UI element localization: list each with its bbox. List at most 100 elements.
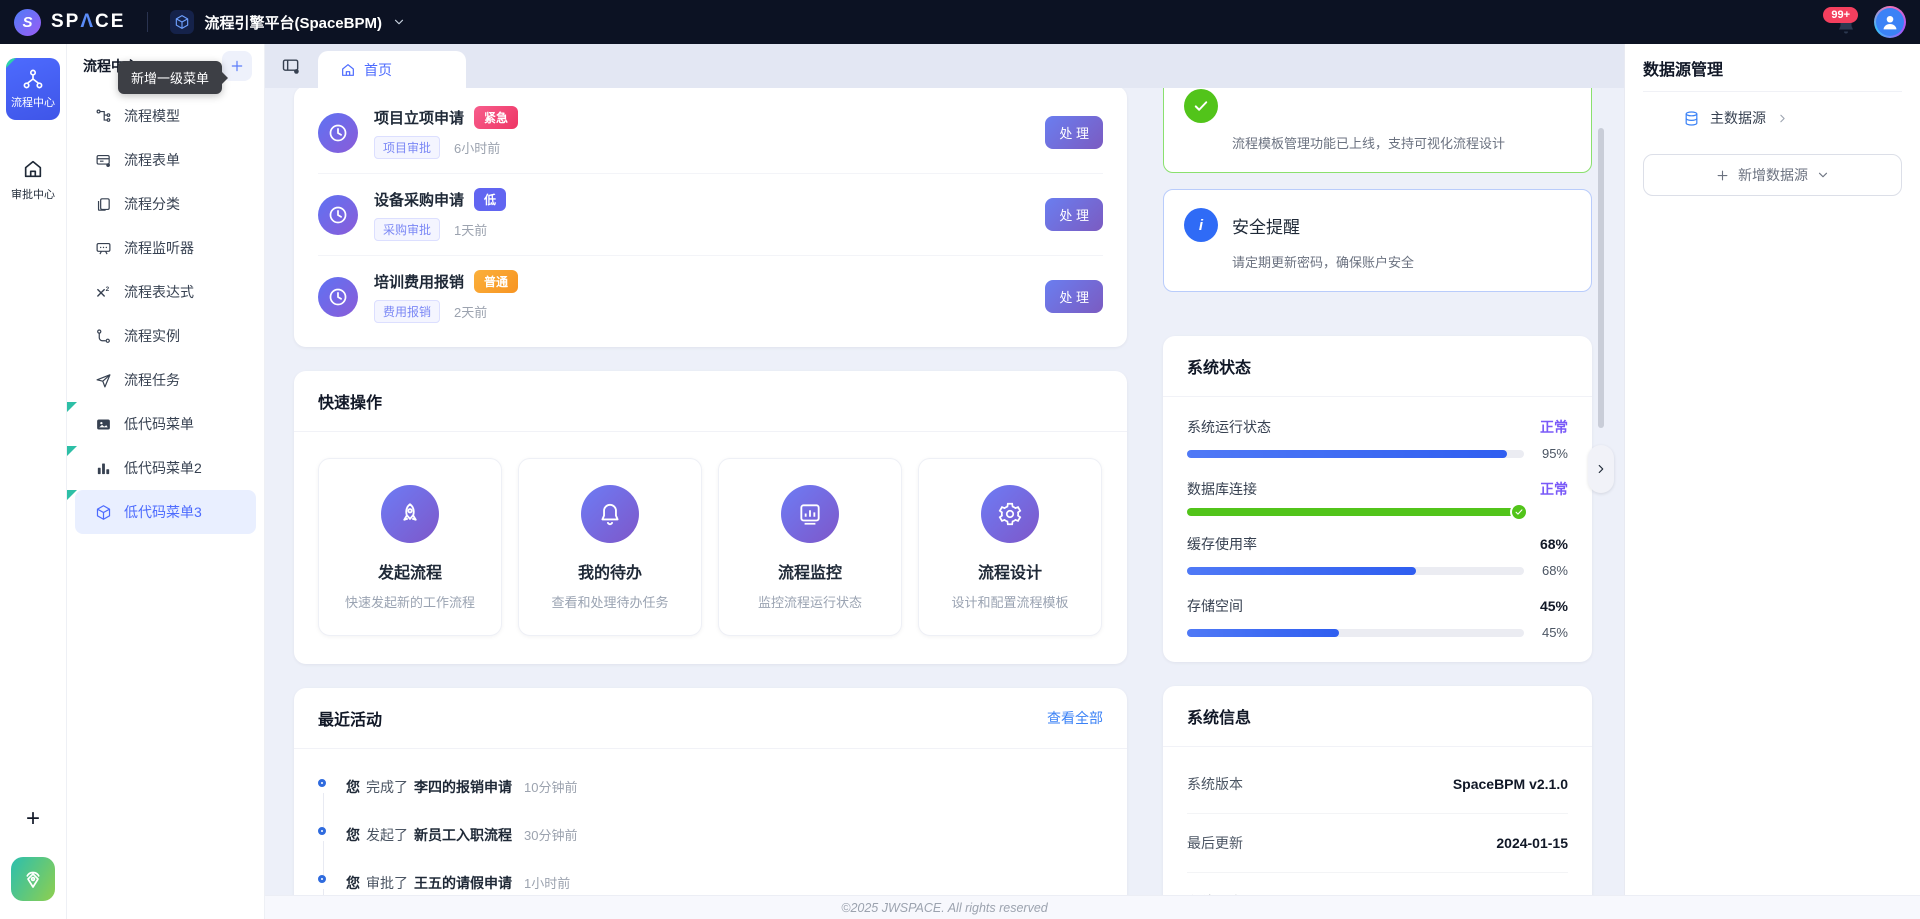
sidebar-item-lowcode-menu3[interactable]: 低代码菜单3 bbox=[75, 490, 256, 534]
security-notice-card: i 安全提醒 请定期更新密码，确保账户安全 bbox=[1163, 189, 1592, 292]
panel-title: 数据源管理 bbox=[1643, 44, 1902, 92]
check-circle-icon bbox=[1510, 503, 1528, 521]
notification-badge: 99+ bbox=[1823, 7, 1858, 23]
plus-icon bbox=[229, 58, 245, 74]
primary-rail: 流程中心 审批中心 + bbox=[0, 44, 67, 919]
paper-plane-icon bbox=[95, 372, 112, 389]
sidebar-item-lowcode-menu[interactable]: 低代码菜单 bbox=[75, 402, 256, 446]
clock-icon bbox=[318, 277, 358, 317]
todo-tag: 费用报销 bbox=[374, 300, 440, 323]
logo-mark-icon: S bbox=[14, 9, 41, 36]
status-value: 正常 bbox=[1540, 479, 1568, 499]
avatar[interactable] bbox=[1874, 6, 1906, 38]
sidebar-item-lowcode-menu2[interactable]: 低代码菜单2 bbox=[75, 446, 256, 490]
corner-marker bbox=[67, 490, 77, 500]
handle-button[interactable]: 处 理 bbox=[1045, 198, 1103, 231]
listener-icon bbox=[95, 240, 112, 257]
user-icon bbox=[1879, 11, 1901, 33]
app-title: 流程引擎平台(SpaceBPM) bbox=[204, 12, 382, 33]
tab-home[interactable]: 首页 bbox=[318, 51, 466, 88]
todo-tag: 项目审批 bbox=[374, 136, 440, 159]
category-icon bbox=[95, 196, 112, 213]
priority-badge: 紧急 bbox=[474, 106, 518, 129]
todo-card: 项目立项申请 紧急 项目审批 6小时前 处 理 设备采购申请 bbox=[294, 88, 1127, 347]
rail-item-process-center[interactable]: 流程中心 bbox=[6, 58, 60, 120]
panel-collapse-handle[interactable] bbox=[1588, 445, 1614, 493]
todo-time: 2天前 bbox=[454, 302, 487, 321]
app-selector-dropdown[interactable]: 流程引擎平台(SpaceBPM) bbox=[170, 10, 406, 34]
progress-bar bbox=[1187, 567, 1524, 575]
add-datasource-button[interactable]: 新增数据源 bbox=[1643, 154, 1902, 196]
org-chart-icon bbox=[22, 68, 44, 90]
sidebar-item-process-expression[interactable]: 流程表达式 bbox=[75, 270, 256, 314]
panel-settings-icon[interactable] bbox=[281, 56, 301, 76]
info-icon: i bbox=[1184, 208, 1218, 242]
corner-marker bbox=[6, 58, 16, 68]
corner-marker bbox=[67, 446, 77, 456]
expression-icon bbox=[95, 284, 112, 301]
plus-icon bbox=[1715, 168, 1730, 183]
todo-title: 培训费用报销 bbox=[374, 271, 464, 292]
quick-action-my-todo[interactable]: 我的待办 查看和处理待办任务 bbox=[518, 458, 702, 636]
sidebar-item-process-form[interactable]: 流程表单 bbox=[75, 138, 256, 182]
home-icon bbox=[22, 158, 44, 180]
timeline-dot bbox=[318, 779, 326, 787]
activity-item: 您 发起了 新员工入职流程 30分钟前 bbox=[318, 811, 1103, 859]
database-icon bbox=[1683, 110, 1700, 127]
sidebar-item-process-model[interactable]: 流程模型 bbox=[75, 94, 256, 138]
system-status-card: 系统状态 系统运行状态 正常 95% 数据库 bbox=[1163, 336, 1592, 662]
todo-tag: 采购审批 bbox=[374, 218, 440, 241]
bell-icon bbox=[581, 485, 639, 543]
primary-datasource-item[interactable]: 主数据源 bbox=[1643, 92, 1902, 144]
status-row: 存储空间 45% 45% bbox=[1187, 596, 1568, 640]
chevron-down-icon bbox=[1816, 168, 1830, 182]
todo-item: 项目立项申请 紧急 项目审批 6小时前 处 理 bbox=[318, 92, 1103, 174]
status-row: 缓存使用率 68% 68% bbox=[1187, 534, 1568, 578]
todo-title: 设备采购申请 bbox=[374, 189, 464, 210]
timeline-dot bbox=[318, 827, 326, 835]
sidebar-item-process-category[interactable]: 流程分类 bbox=[75, 182, 256, 226]
sidebar-item-process-task[interactable]: 流程任务 bbox=[75, 358, 256, 402]
card-title: 快速操作 bbox=[318, 389, 382, 413]
form-icon bbox=[95, 152, 112, 169]
rail-item-approval-center[interactable]: 审批中心 bbox=[11, 158, 55, 202]
rail-add-button[interactable]: + bbox=[26, 807, 40, 831]
notifications-button[interactable]: 99+ bbox=[1834, 13, 1860, 39]
progress-bar bbox=[1187, 508, 1524, 516]
datasource-panel: 数据源管理 主数据源 新增数据源 bbox=[1624, 44, 1920, 895]
handle-button[interactable]: 处 理 bbox=[1045, 280, 1103, 313]
activity-item: 您 完成了 李四的报销申请 10分钟前 bbox=[318, 763, 1103, 811]
tab-strip: 首页 bbox=[265, 44, 1624, 88]
status-row: 数据库连接 正常 bbox=[1187, 479, 1568, 516]
topbar-divider bbox=[147, 12, 148, 32]
design-tool-button[interactable] bbox=[11, 857, 55, 901]
info-row: 系统版本 SpaceBPM v2.1.0 bbox=[1187, 755, 1568, 814]
system-info-card: 系统信息 系统版本 SpaceBPM v2.1.0 最后更新 2024-01-1… bbox=[1163, 686, 1592, 895]
notice-title: 安全提醒 bbox=[1232, 213, 1300, 238]
sidebar-item-process-listener[interactable]: 流程监听器 bbox=[75, 226, 256, 270]
info-value: 2024-01-15 bbox=[1496, 835, 1568, 851]
info-row: 最后更新 2024-01-15 bbox=[1187, 814, 1568, 873]
activity-item: 您 审批了 王五的请假申请 1小时前 bbox=[318, 859, 1103, 895]
sidebar-item-process-instance[interactable]: 流程实例 bbox=[75, 314, 256, 358]
card-title: 最近活动 bbox=[318, 706, 382, 730]
priority-badge: 低 bbox=[474, 188, 506, 211]
scrollbar-thumb[interactable] bbox=[1598, 128, 1604, 428]
corner-marker bbox=[67, 402, 77, 412]
home-icon bbox=[340, 62, 356, 78]
chevron-right-icon bbox=[1594, 462, 1608, 476]
check-icon bbox=[1184, 89, 1218, 123]
view-all-link[interactable]: 查看全部 bbox=[1047, 708, 1103, 728]
clock-icon bbox=[318, 195, 358, 235]
card-title: 系统状态 bbox=[1187, 354, 1251, 378]
quick-action-process-monitor[interactable]: 流程监控 监控流程运行状态 bbox=[718, 458, 902, 636]
cube-icon bbox=[95, 504, 112, 521]
status-value: 45% bbox=[1540, 598, 1568, 614]
quick-action-process-design[interactable]: 流程设计 设计和配置流程模板 bbox=[918, 458, 1102, 636]
handle-button[interactable]: 处 理 bbox=[1045, 116, 1103, 149]
progress-bar bbox=[1187, 450, 1524, 458]
quick-action-start-process[interactable]: 发起流程 快速发起新的工作流程 bbox=[318, 458, 502, 636]
cube-icon bbox=[170, 10, 194, 34]
footer: ©2025 JWSPACE. All rights reserved bbox=[265, 895, 1920, 919]
todo-title: 项目立项申请 bbox=[374, 107, 464, 128]
